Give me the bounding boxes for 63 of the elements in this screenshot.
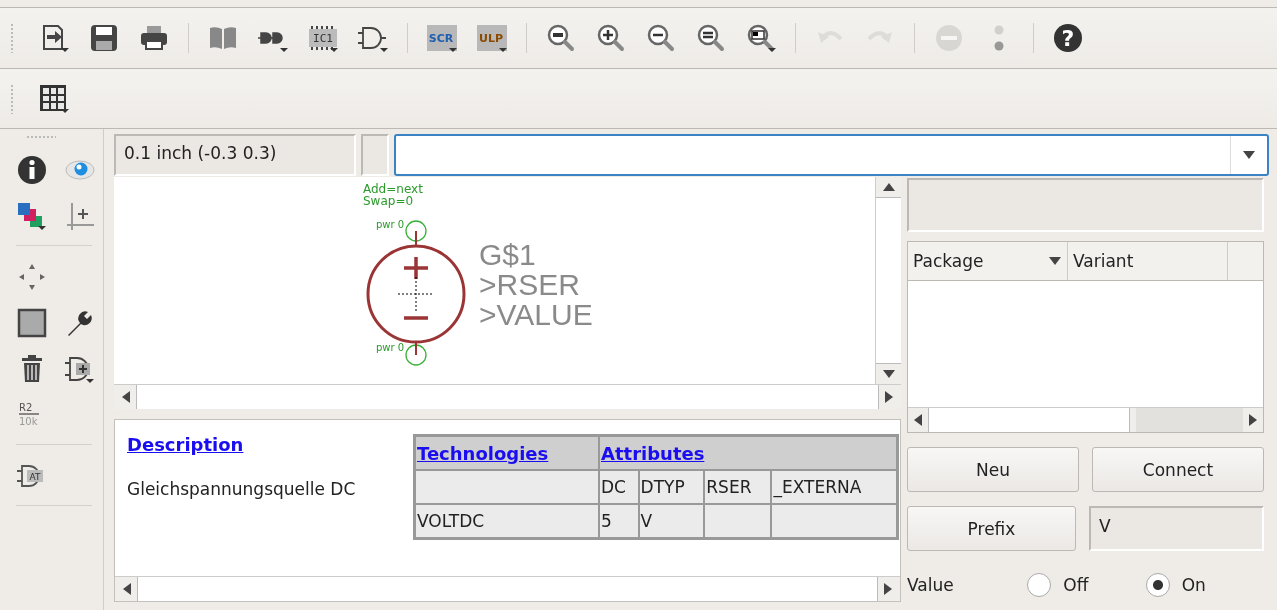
vertical-scrollbar[interactable] [875, 177, 901, 384]
zoom-in-icon[interactable] [595, 22, 627, 54]
scroll-right-icon[interactable] [1249, 414, 1257, 426]
zoom-redraw-icon[interactable] [695, 22, 727, 54]
scroll-right-icon[interactable] [885, 391, 893, 403]
status-box [361, 134, 389, 176]
description-text: Gleichspannungsquelle DC [127, 478, 357, 501]
column-header[interactable]: Package [908, 242, 1068, 280]
grid-status: 0.1 inch (-0.3 0.3) [114, 134, 356, 176]
sort-icon [1049, 257, 1061, 265]
symbol-label: >VALUE [479, 298, 593, 331]
description-link[interactable]: Description [127, 434, 413, 455]
zoom-out-icon[interactable] [645, 22, 677, 54]
gate-attribute-label: Swap=0 [363, 194, 414, 208]
table-cell: VOLTDC [415, 504, 599, 538]
scroll-left-icon[interactable] [122, 391, 130, 403]
radio-label: Off [1063, 575, 1089, 595]
rectangle-icon[interactable] [16, 307, 48, 339]
toolbar-grip[interactable] [10, 83, 14, 114]
gate-attribute-label: Add=next [363, 182, 423, 196]
table-cell: V [638, 504, 705, 538]
table-cell: 5 [599, 504, 639, 538]
info-icon[interactable] [16, 154, 48, 186]
horizontal-scrollbar[interactable] [908, 407, 1263, 432]
new-button[interactable]: Neu [907, 447, 1079, 492]
symbol-label: >RSER [479, 268, 580, 301]
scroll-up-icon[interactable] [882, 183, 895, 191]
zoom-fit-icon[interactable] [545, 22, 577, 54]
value-label: Value [907, 575, 955, 595]
scroll-right-icon[interactable] [884, 583, 892, 595]
help-icon[interactable]: ? [1052, 22, 1084, 54]
scroll-left-icon[interactable] [914, 414, 922, 426]
radio-button[interactable] [1027, 573, 1052, 597]
zoom-select-icon[interactable] [745, 22, 777, 54]
voltage-source-drawing[interactable] [366, 220, 466, 366]
symbol-label: G$1 [479, 238, 536, 271]
pin-label: pwr 0 [376, 219, 405, 230]
column-header: DTYP [638, 470, 705, 504]
panel-grip[interactable] [26, 135, 56, 139]
radio-button[interactable] [1145, 573, 1170, 597]
radio-label: On [1181, 575, 1206, 595]
column-header[interactable]: Variant [1068, 242, 1228, 280]
connect-button[interactable]: Connect [1092, 447, 1264, 492]
pin-label: pwr 0 [376, 342, 405, 353]
scroll-down-icon[interactable] [882, 370, 895, 378]
layers-icon[interactable] [16, 200, 48, 232]
command-field[interactable] [394, 134, 1269, 176]
toolbar-grip[interactable] [10, 23, 14, 53]
dropdown-icon [1243, 151, 1255, 159]
grid-icon[interactable] [38, 82, 70, 115]
drawing-canvas[interactable]: Add=next Swap=0 pwr 0 pwr 0 G$1 >RSER >VALUE [114, 177, 875, 384]
horizontal-scrollbar[interactable] [114, 384, 901, 409]
prefix-button[interactable]: Prefix [907, 506, 1076, 551]
horizontal-scrollbar[interactable] [115, 576, 900, 601]
prefix-field[interactable]: V [1089, 506, 1264, 551]
save-icon[interactable] [88, 22, 120, 54]
column-header: _EXTERNA [771, 470, 897, 504]
scroll-left-icon[interactable] [123, 583, 131, 595]
column-header: RSER [704, 470, 772, 504]
column-header: DC [599, 470, 639, 504]
crosshair-icon[interactable] [64, 200, 96, 232]
radio-option[interactable]: On [1145, 573, 1264, 597]
radio-option[interactable]: Off [1027, 573, 1146, 597]
